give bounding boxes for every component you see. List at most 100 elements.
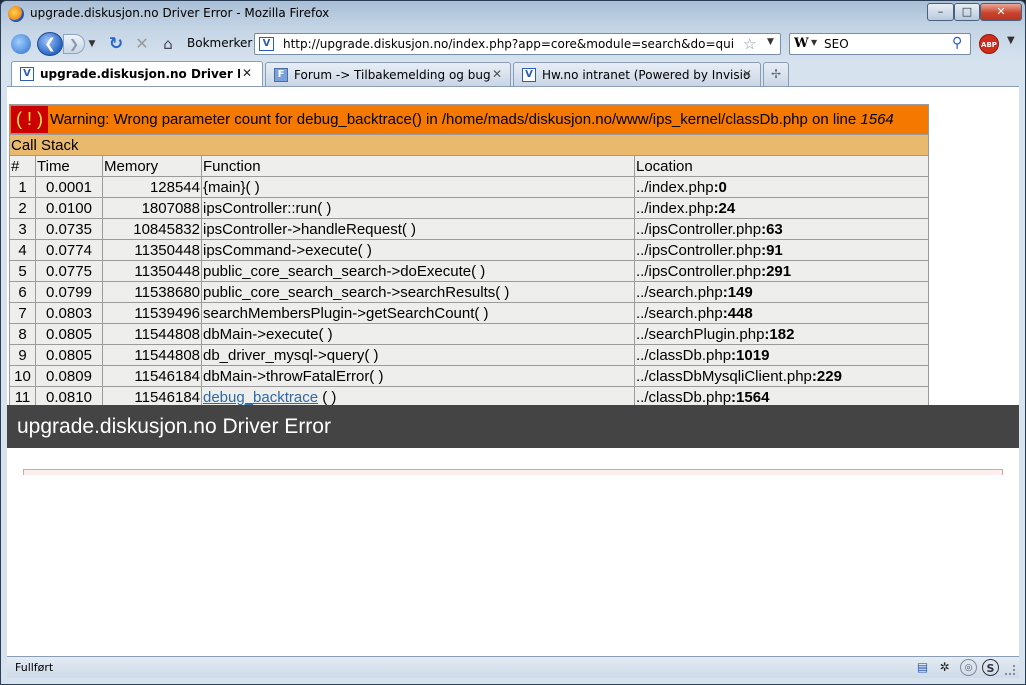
row-time: 0.0774 [35, 239, 103, 261]
new-tab-button[interactable]: ✢ [763, 62, 789, 86]
row-num: 2 [9, 197, 36, 219]
close-window-button[interactable]: ✕ [980, 3, 1022, 21]
col-header-function: Function [201, 155, 635, 177]
tab-label: upgrade.diskusjon.no Driver Error [40, 67, 240, 81]
close-tab-icon[interactable]: ✕ [742, 67, 752, 81]
row-memory: 11350448 [102, 260, 202, 282]
location-path: ../search.php [636, 304, 723, 322]
url-input[interactable] [283, 36, 733, 52]
row-location: ../index.php:24 [634, 197, 929, 219]
table-row: 1 0.0001 128544 {main}( ) ../index.php:0 [9, 176, 929, 198]
row-location: ../ipsController.php:91 [634, 239, 929, 261]
tab-forum[interactable]: F Forum -> Tilbakemelding og bugfix... ✕ [265, 62, 511, 86]
page-info-icon[interactable]: ▤ [914, 659, 931, 676]
adblock-icon[interactable]: ABP [979, 34, 999, 54]
table-row: 6 0.0799 11538680 public_core_search_sea… [9, 281, 929, 303]
row-function: ipsController::run( ) [201, 197, 635, 219]
location-path: ../ipsController.php [636, 262, 762, 280]
col-header-num: # [9, 155, 36, 177]
url-bar[interactable]: V ☆ ▼ [254, 33, 781, 55]
row-location: ../ipsController.php:291 [634, 260, 929, 282]
row-function: dbMain->execute( ) [201, 323, 635, 345]
call-stack-label: Call Stack [9, 134, 929, 156]
globe-icon [11, 34, 31, 54]
browser-window: upgrade.diskusjon.no Driver Error - Mozi… [0, 0, 1026, 685]
location-line: :149 [722, 283, 753, 301]
row-num: 6 [9, 281, 36, 303]
site-favicon-icon: V [259, 37, 274, 51]
toolbar-overflow-icon[interactable]: ▼ [1007, 35, 1015, 46]
row-memory: 128544 [102, 176, 202, 198]
firebug-icon[interactable]: ✲ [936, 659, 953, 676]
bookmark-star-icon[interactable]: ☆ [743, 35, 756, 53]
yslow-icon[interactable]: ◎ [960, 659, 977, 676]
location-path: ../index.php [636, 199, 714, 217]
reload-icon[interactable]: ↻ [105, 33, 127, 55]
row-location: ../ipsController.php:63 [634, 218, 929, 240]
row-location: ../classDbMysqliClient.php:229 [634, 365, 929, 387]
row-time: 0.0799 [35, 281, 103, 303]
row-num: 10 [9, 365, 36, 387]
tab-strip: V upgrade.diskusjon.no Driver Error ✕ F … [1, 61, 1025, 86]
close-tab-icon[interactable]: ✕ [242, 66, 252, 80]
history-dropdown-icon[interactable]: ▼ [86, 33, 98, 55]
row-memory: 1807088 [102, 197, 202, 219]
search-input[interactable] [824, 36, 944, 52]
location-line: :291 [761, 262, 792, 280]
search-icon[interactable]: ⚲ [952, 35, 962, 51]
row-memory: 11546184 [102, 365, 202, 387]
engine-dropdown-icon[interactable]: ▼ [811, 38, 817, 47]
close-tab-icon[interactable]: ✕ [492, 67, 502, 81]
location-path: ../classDbMysqliClient.php [636, 367, 812, 385]
row-function: db_driver_mysql->query( ) [201, 344, 635, 366]
minimize-button[interactable]: – [927, 3, 954, 21]
row-location: ../search.php:149 [634, 281, 929, 303]
row-num: 8 [9, 323, 36, 345]
search-bar[interactable]: W ▼ ⚲ [789, 33, 971, 55]
home-icon[interactable]: ⌂ [157, 33, 179, 55]
stop-icon[interactable]: ✕ [131, 33, 153, 55]
warning-line-number: 1564 [860, 111, 894, 128]
row-num: 3 [9, 218, 36, 240]
firefox-icon [8, 6, 24, 22]
table-row: 7 0.0803 11539496 searchMembersPlugin->g… [9, 302, 929, 324]
maximize-button[interactable]: □ [954, 3, 980, 21]
status-text: Fullført [15, 661, 54, 674]
back-button[interactable]: ❮ [37, 32, 63, 56]
s-addon-icon[interactable]: S [982, 659, 999, 676]
row-memory: 11539496 [102, 302, 202, 324]
search-engine-icon[interactable]: W [794, 36, 809, 51]
bookmarks-menu[interactable]: Bokmerker [187, 36, 252, 50]
row-time: 0.0100 [35, 197, 103, 219]
row-num: 1 [9, 176, 36, 198]
row-function: ipsCommand->execute( ) [201, 239, 635, 261]
url-dropdown-icon[interactable]: ▼ [767, 37, 774, 47]
tab-driver-error[interactable]: V upgrade.diskusjon.no Driver Error ✕ [11, 61, 263, 86]
debug-backtrace-link[interactable]: debug_backtrace [203, 389, 318, 406]
location-line: :448 [722, 304, 753, 322]
table-row: 5 0.0775 11350448 public_core_search_sea… [9, 260, 929, 282]
error-message-box [23, 469, 1003, 475]
table-row: 10 0.0809 11546184 dbMain->throwFatalErr… [9, 365, 929, 387]
location-line: :24 [713, 199, 736, 217]
vbulletin-v-icon: V [522, 68, 536, 82]
location-line: :91 [761, 241, 783, 259]
resize-grip-icon[interactable] [1005, 665, 1015, 675]
table-row: 3 0.0735 10845832 ipsController->handleR… [9, 218, 929, 240]
tab-hw-intranet[interactable]: V Hw.no intranet (Powered by Invisio... … [513, 62, 761, 86]
vbulletin-v-icon: V [20, 67, 34, 81]
row-num: 5 [9, 260, 36, 282]
forward-button[interactable]: ❯ [63, 34, 85, 54]
row-time: 0.0805 [35, 323, 103, 345]
location-line: :182 [764, 325, 795, 343]
error-page-title: upgrade.diskusjon.no Driver Error [7, 405, 1019, 448]
warning-row: ( ! ) Warning: Wrong parameter count for … [9, 104, 929, 135]
location-line: :63 [761, 220, 783, 238]
row-memory: 11544808 [102, 344, 202, 366]
location-line: :229 [811, 367, 842, 385]
column-headers-row: # Time Memory Function Location [9, 155, 929, 177]
location-path: ../search.php [636, 283, 723, 301]
row-function: dbMain->throwFatalError( ) [201, 365, 635, 387]
navigation-toolbar: ❮ ❯ ▼ ↻ ✕ ⌂ Bokmerker V ☆ ▼ W ▼ ⚲ ABP ▼ [1, 29, 1025, 59]
row-num: 9 [9, 344, 36, 366]
